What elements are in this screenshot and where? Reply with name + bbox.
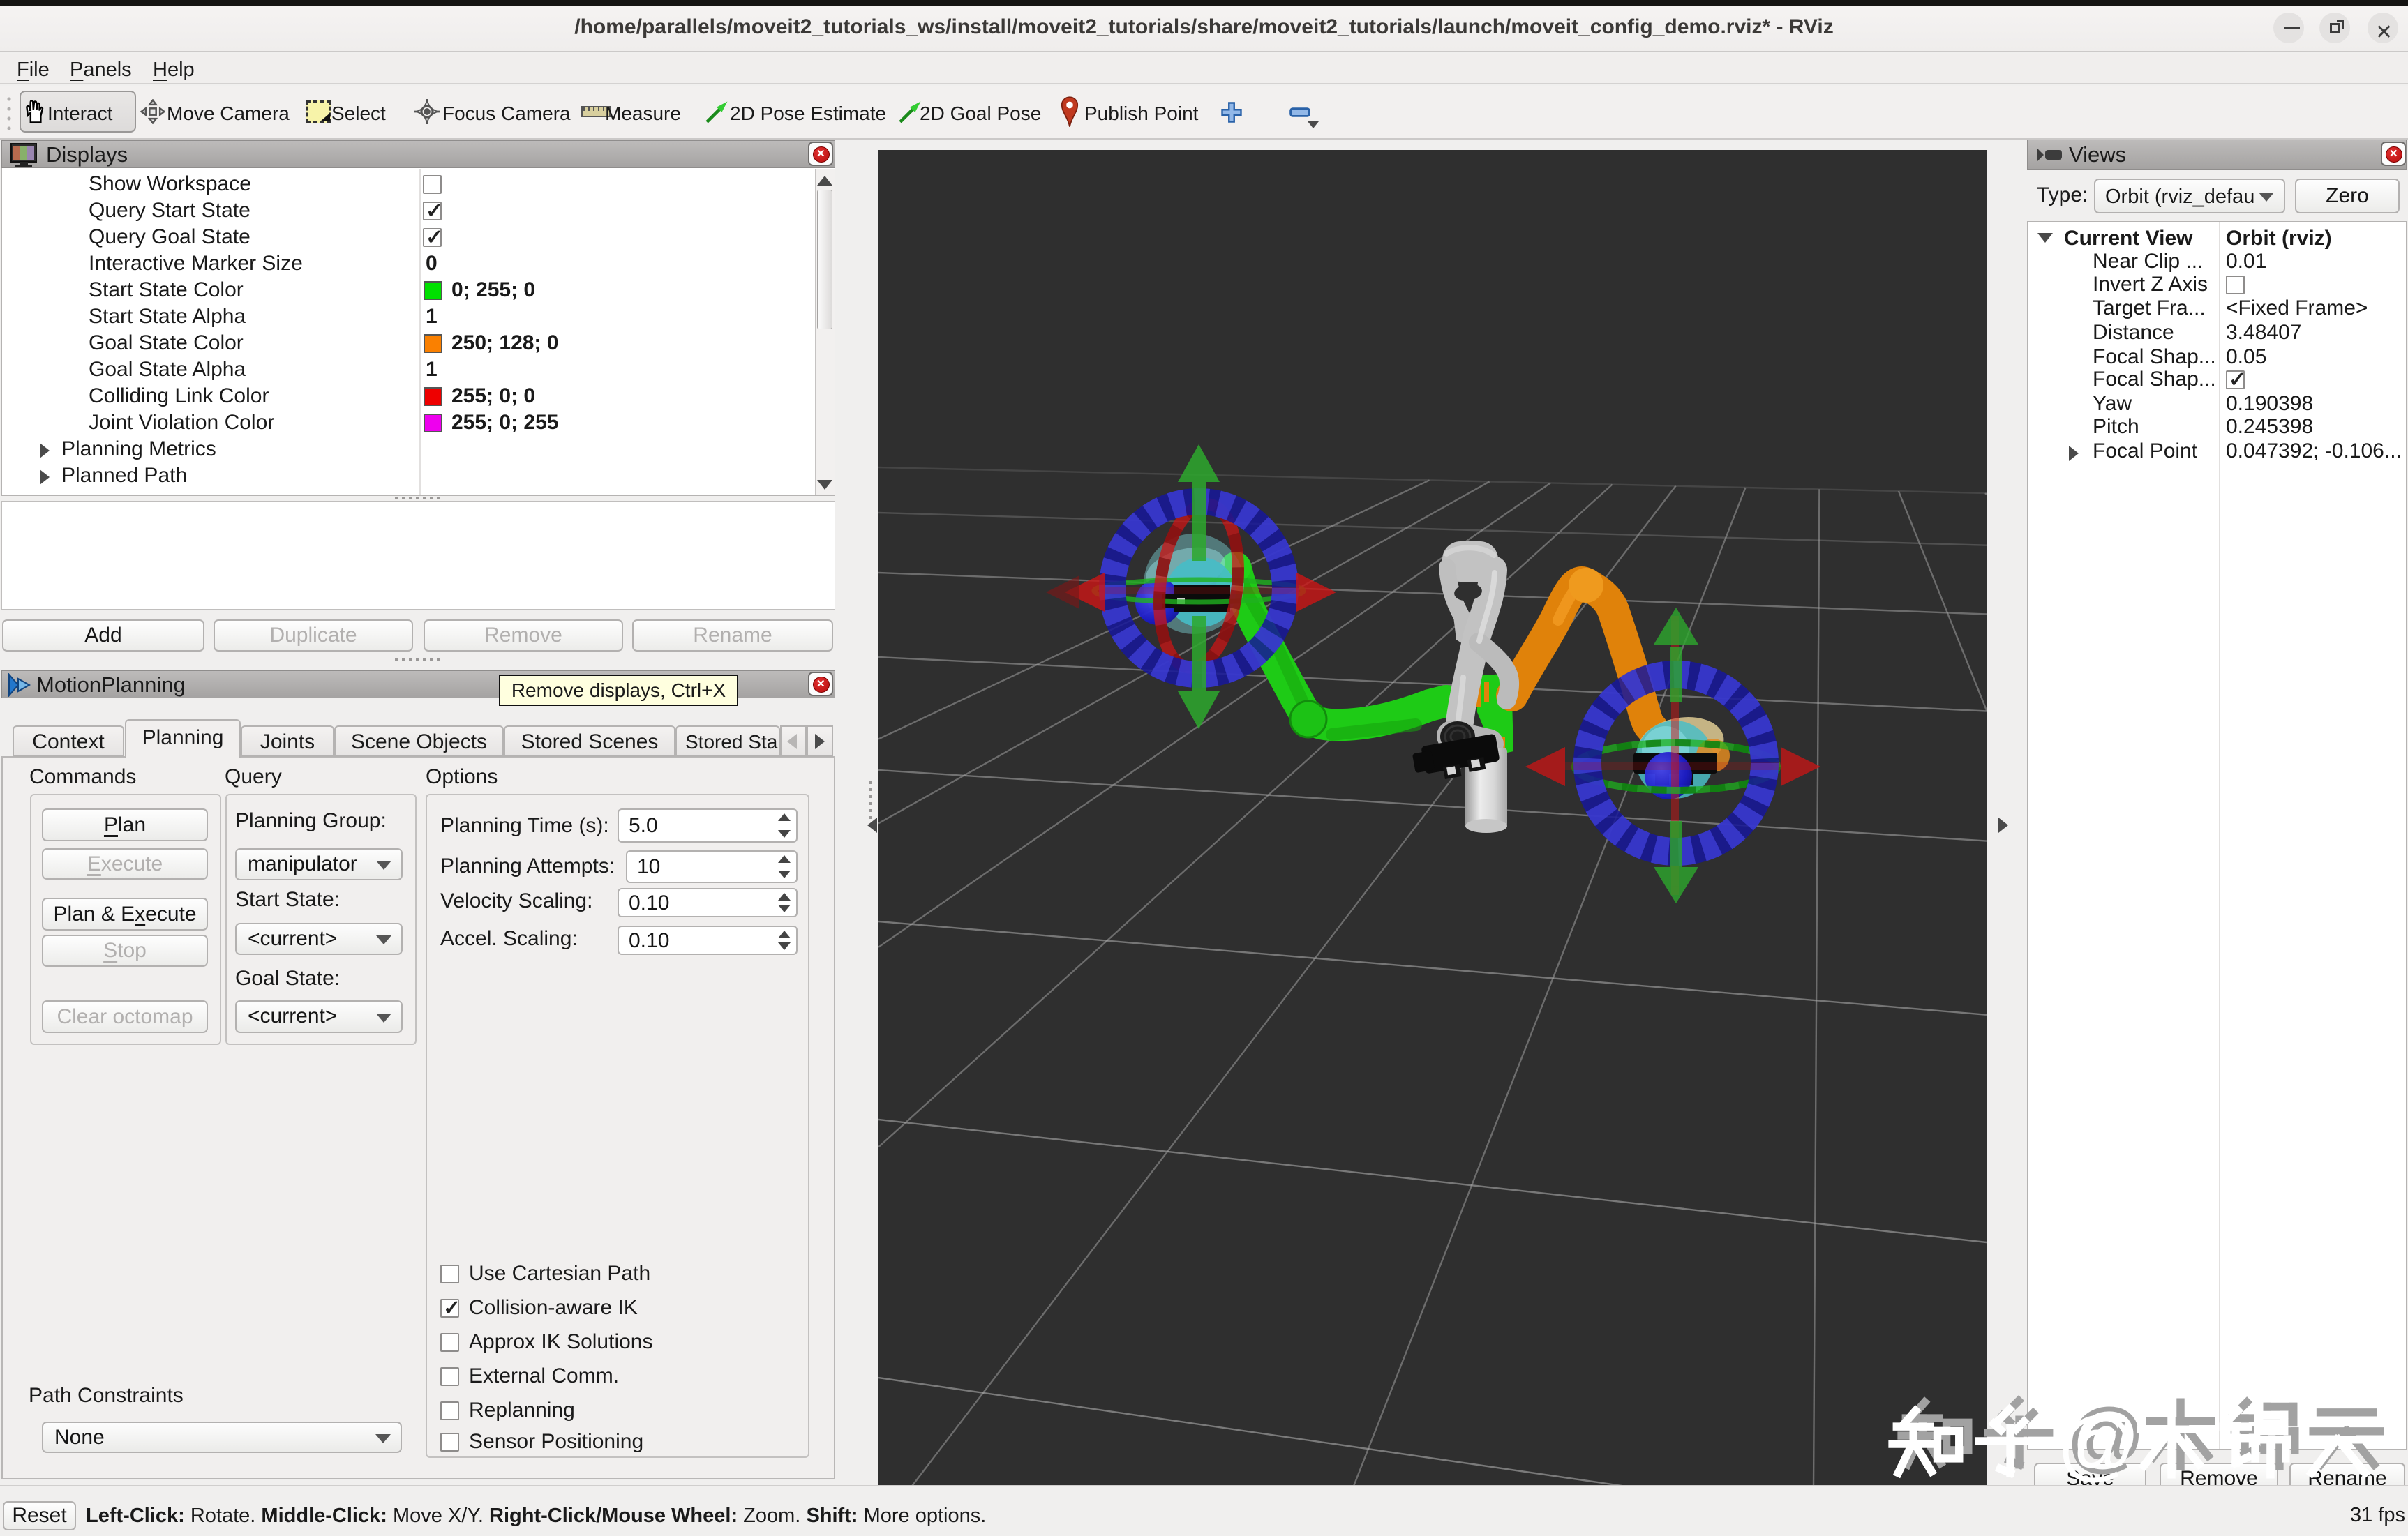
svg-text:@: @ bbox=[2057, 1401, 2137, 1489]
